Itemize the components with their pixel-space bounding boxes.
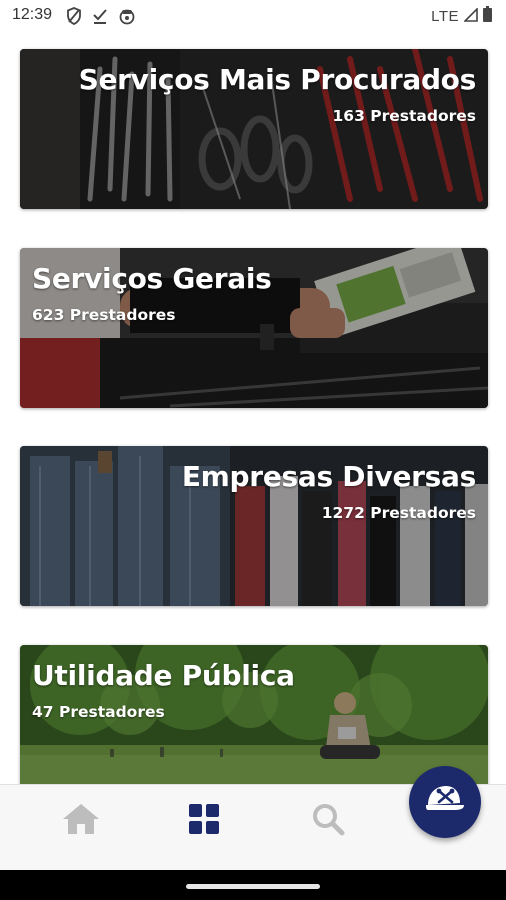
- shield-icon: [66, 7, 82, 29]
- nav-search-button[interactable]: [306, 799, 350, 843]
- category-list[interactable]: Serviços Mais Procurados 163 Prestadores: [0, 32, 506, 784]
- provider-fab-button[interactable]: [409, 766, 481, 838]
- worker-cap-tools-icon: [424, 783, 466, 821]
- home-gesture-pill[interactable]: [186, 884, 320, 889]
- category-card-servicos-mais-procurados[interactable]: Serviços Mais Procurados 163 Prestadores: [20, 49, 488, 209]
- battery-icon: [483, 6, 492, 26]
- status-time: 12:39: [12, 6, 53, 23]
- category-card-utilidade-publica[interactable]: Utilidade Pública 47 Prestadores: [20, 645, 488, 784]
- home-icon: [61, 802, 101, 840]
- signal-icon: [463, 6, 478, 26]
- card-title: Utilidade Pública: [32, 659, 295, 692]
- grid-icon: [188, 803, 220, 839]
- status-system-icons: LTE: [431, 6, 492, 26]
- search-icon: [311, 802, 345, 840]
- category-card-empresas-diversas[interactable]: Empresas Diversas 1272 Prestadores: [20, 446, 488, 606]
- card-provider-count: 163 Prestadores: [332, 107, 477, 125]
- nav-home-button[interactable]: [59, 799, 103, 843]
- download-done-icon: [92, 7, 108, 29]
- card-provider-count: 1272 Prestadores: [321, 504, 476, 522]
- network-type: LTE: [431, 7, 459, 25]
- nav-categories-button[interactable]: [182, 799, 226, 843]
- card-title: Serviços Gerais: [32, 262, 272, 295]
- card-title: Serviços Mais Procurados: [78, 63, 477, 96]
- card-provider-count: 47 Prestadores: [32, 703, 165, 721]
- card-title: Empresas Diversas: [181, 460, 476, 493]
- status-bar: 12:39 LTE: [0, 0, 506, 32]
- status-notification-icons: [66, 7, 136, 29]
- card-provider-count: 623 Prestadores: [32, 306, 176, 324]
- category-card-servicos-gerais[interactable]: Serviços Gerais 623 Prestadores: [20, 248, 488, 408]
- cloud-sync-icon: [118, 7, 136, 29]
